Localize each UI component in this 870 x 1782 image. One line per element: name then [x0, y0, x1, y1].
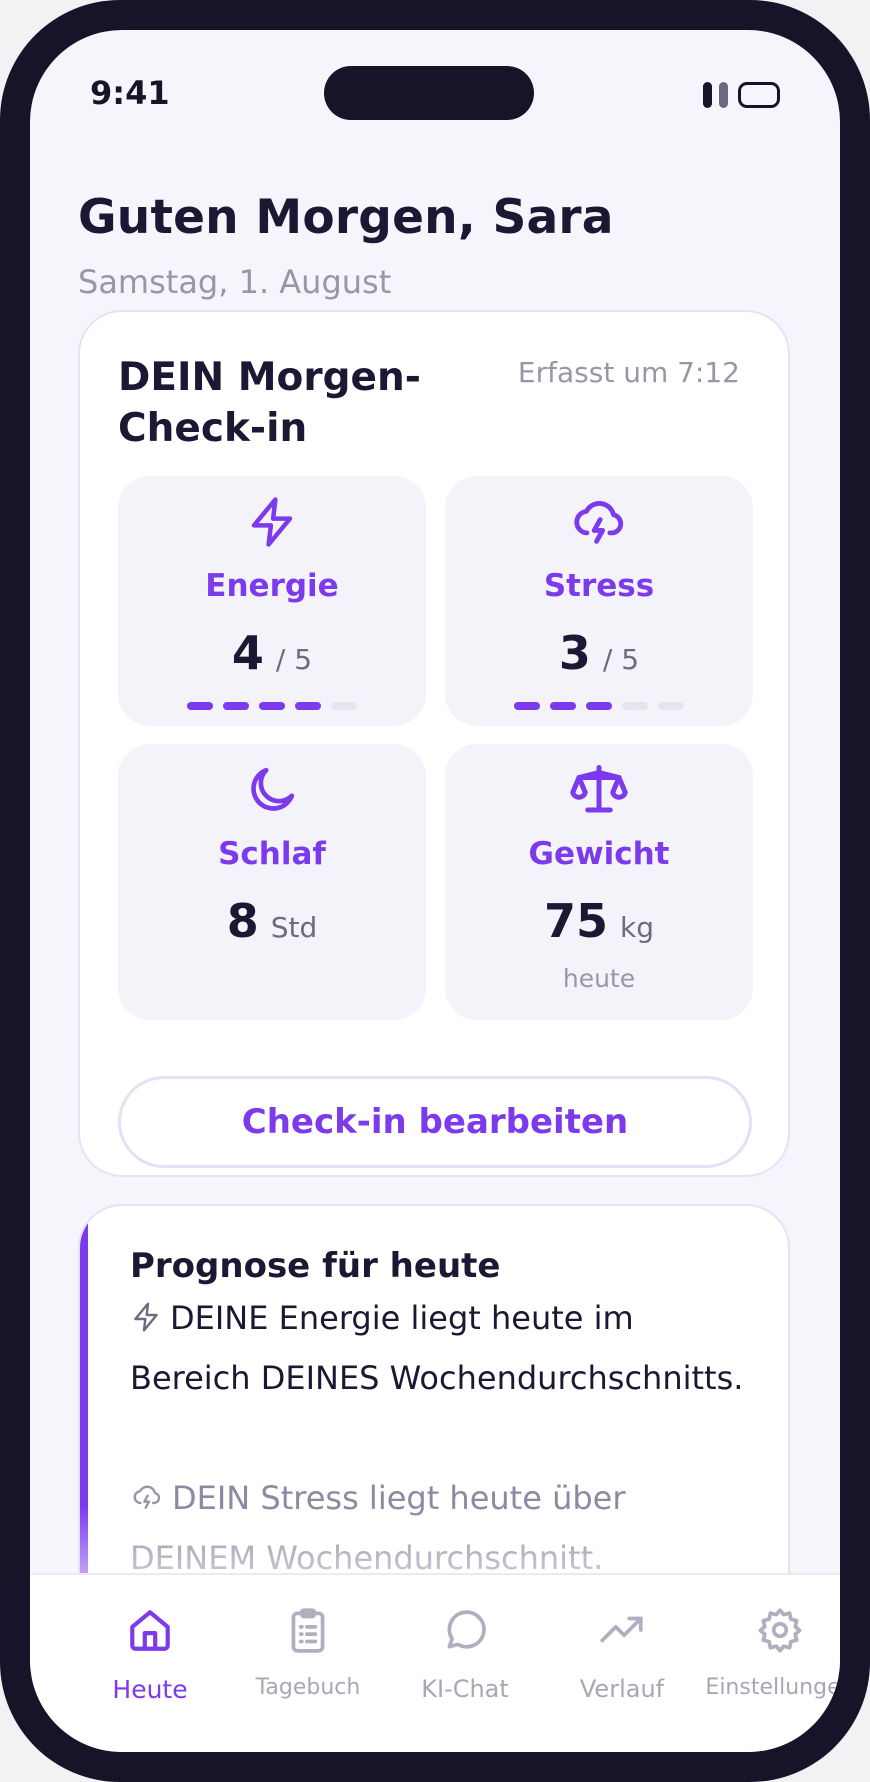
scroll-content[interactable]: Guten Morgen, Sara Samstag, 1. August DE… [30, 30, 840, 1573]
metric-value: 3 [558, 626, 591, 680]
phone-frame: 9:41 Guten Morgen, Sara Samstag, 1. Augu… [0, 0, 870, 1782]
metric-unit: kg [620, 911, 654, 944]
level-dot [586, 702, 612, 710]
home-icon [70, 1605, 230, 1655]
metric-label: Schlaf [218, 836, 326, 872]
scale-icon [445, 760, 753, 820]
gear-icon [700, 1605, 840, 1655]
prognosis-card: Prognose für heute DEINE Energie liegt h… [78, 1204, 790, 1573]
metric-value: 75 [543, 894, 608, 948]
metric-label: Stress [543, 568, 655, 604]
page-title: Guten Morgen, Sara [78, 190, 614, 245]
clipboard-icon [228, 1605, 388, 1655]
metric-value: 8 [226, 894, 259, 948]
prognosis-energy: DEINE Energie liegt heute im Bereich DEI… [130, 1290, 760, 1406]
checkin-title: DEIN Morgen-Check-in [118, 355, 421, 451]
level-dot [187, 702, 213, 710]
tab-tagebuch[interactable]: Tagebuch [228, 1575, 388, 1715]
energy-level-dots [118, 702, 426, 710]
tab-bar: Heute Tagebuch KI-Chat Verlauf Einstellu… [30, 1573, 840, 1752]
level-dot [622, 702, 648, 710]
checkin-recorded-time: Erfasst um 7:12 [517, 356, 740, 389]
level-dot [259, 702, 285, 710]
tab-einstellungen[interactable]: Einstellungen [700, 1575, 840, 1715]
level-dot [514, 702, 540, 710]
metric-tile-sleep[interactable]: Schlaf 8 Std [118, 744, 426, 1020]
tab-label: Tagebuch [255, 1675, 361, 1700]
tab-heute[interactable]: Heute [70, 1575, 230, 1715]
tab-ki-chat[interactable]: KI-Chat [385, 1575, 545, 1715]
tab-label: Heute [112, 1675, 188, 1704]
level-dot [223, 702, 249, 710]
level-dot [658, 702, 684, 710]
level-dot [295, 702, 321, 710]
metric-note: heute [562, 964, 636, 993]
prognosis-energy-text: DEINE Energie liegt heute im Bereich DEI… [130, 1299, 744, 1397]
bolt-icon [118, 492, 426, 552]
metric-label: Energie [205, 568, 339, 604]
metric-value-row: 75 kg [445, 894, 753, 948]
metric-value: 4 [231, 626, 264, 680]
stress-level-dots [445, 702, 753, 710]
tab-label: KI-Chat [421, 1675, 509, 1703]
checkin-card: DEIN Morgen-Check-in Erfasst um 7:12 Ene… [78, 310, 790, 1177]
metric-value-row: 8 Std [118, 894, 426, 948]
metric-label: Gewicht [528, 836, 670, 872]
tab-verlauf[interactable]: Verlauf [542, 1575, 702, 1715]
metric-unit: / 5 [602, 643, 640, 676]
date-label: Samstag, 1. August [78, 263, 392, 301]
tab-label: Einstellungen [705, 1675, 840, 1700]
metric-tile-weight[interactable]: Gewicht 75 kg heute [445, 744, 753, 1020]
metric-value-row: 4 / 5 [118, 626, 426, 680]
metric-tile-energy[interactable]: Energie 4 / 5 [118, 476, 426, 726]
tab-label: Verlauf [579, 1675, 665, 1703]
screen: 9:41 Guten Morgen, Sara Samstag, 1. Augu… [30, 30, 840, 1752]
trend-icon [542, 1605, 702, 1655]
metric-unit: Std [270, 911, 318, 944]
moon-icon [118, 760, 426, 820]
chat-bubble-icon [385, 1605, 545, 1655]
bolt-icon [130, 1294, 162, 1350]
storm-cloud-icon [445, 492, 753, 552]
prognosis-title: Prognose für heute [130, 1246, 501, 1286]
level-dot [331, 702, 357, 710]
edit-checkin-button[interactable]: Check-in bearbeiten [118, 1076, 752, 1168]
level-dot [550, 702, 576, 710]
scroll-fade [80, 1506, 788, 1573]
metric-value-row: 3 / 5 [445, 626, 753, 680]
metric-tile-stress[interactable]: Stress 3 / 5 [445, 476, 753, 726]
metric-unit: / 5 [275, 643, 313, 676]
